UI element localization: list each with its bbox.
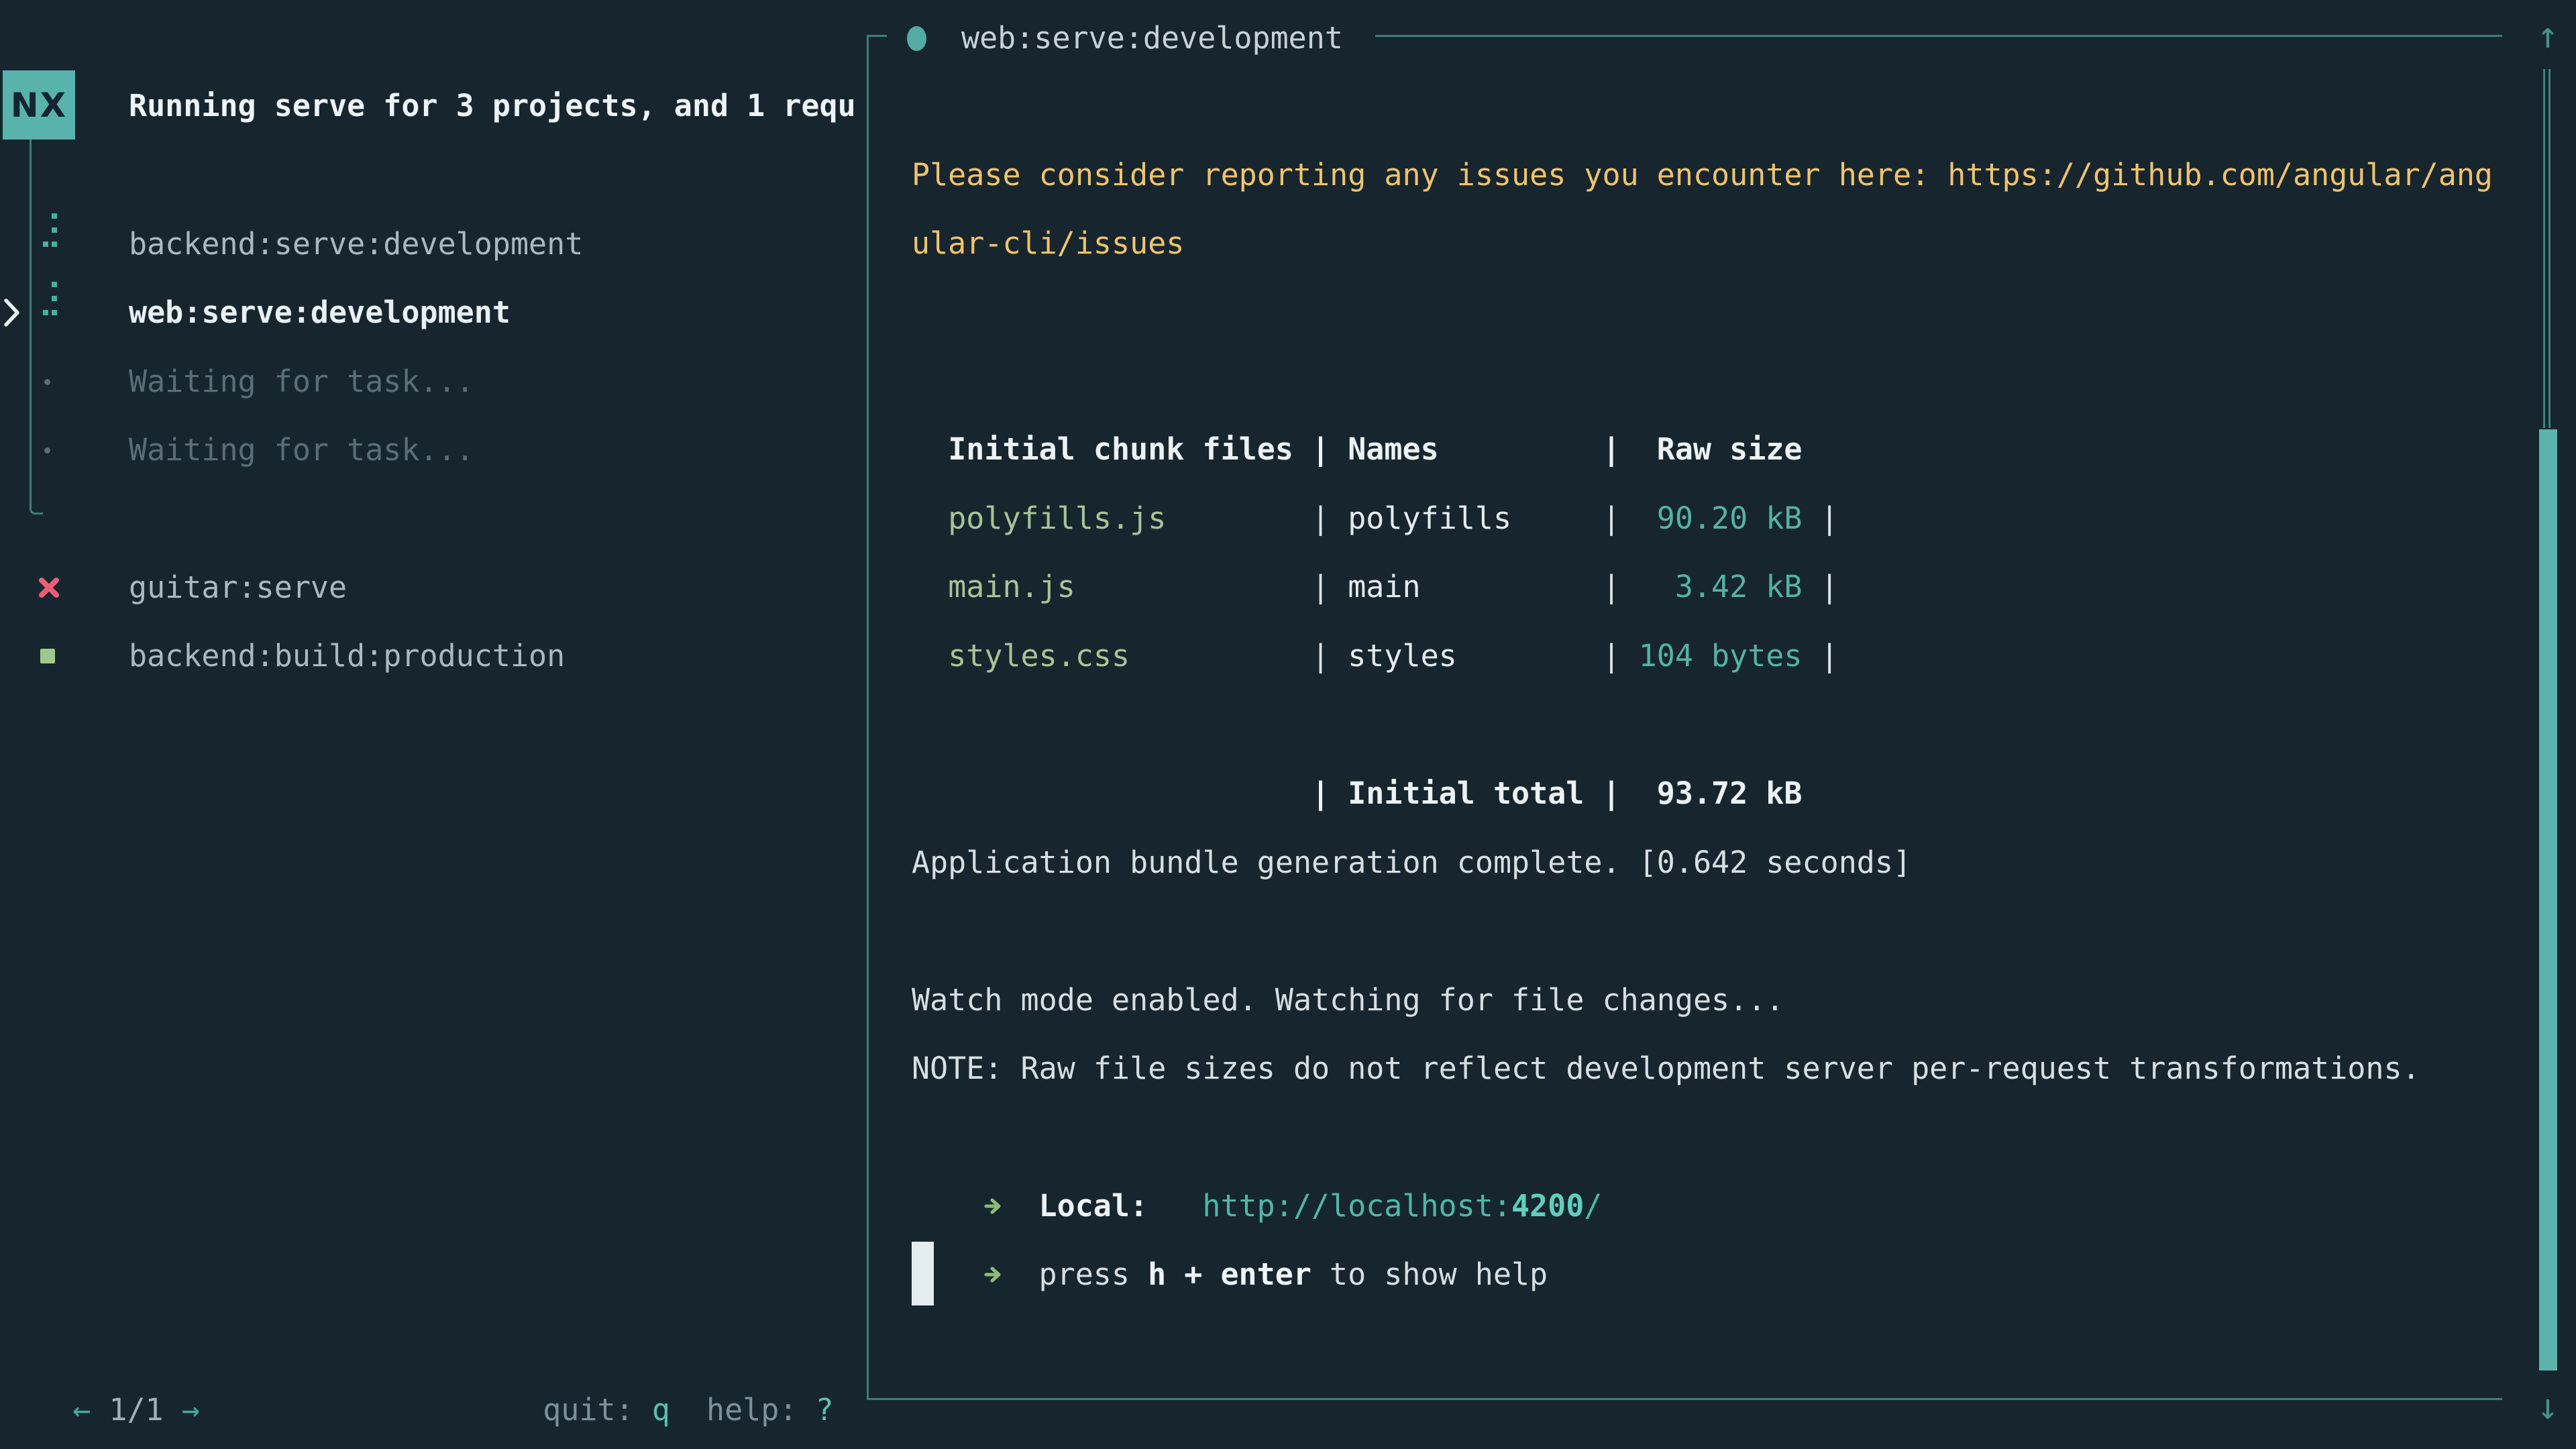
panel-border-top-stub [867,35,887,37]
bundle-complete-message: Application bundle generation complete. … [912,828,1911,897]
task-item-waiting-2[interactable]: Waiting for task... [129,416,474,484]
help-suffix: to show help [1311,1256,1548,1292]
task-success-icon [40,649,55,663]
spinner-icon [43,213,58,247]
page-title: Running serve for 3 projects, and 1 requ [129,72,869,140]
watch-mode-message: Watch mode enabled. Watching for file ch… [912,966,1784,1034]
task-tree-line [30,140,43,515]
selected-task-caret-icon [3,297,21,328]
table-row-initial-total: |Initial total|93.72 kB [912,691,1802,759]
note-message: NOTE: Raw file sizes do not reflect deve… [912,1034,2420,1103]
cell-separator: | [1311,622,1348,690]
scrollbar-track[interactable] [2543,69,2551,428]
waiting-dot-icon [44,447,50,453]
panel-border-left [867,35,869,1400]
panel-title: web:serve:development [961,4,1343,72]
issue-report-line-1[interactable]: Please consider reporting any issues you… [912,141,2493,209]
panel-border-bottom [867,1398,2502,1400]
scroll-down-icon[interactable]: ↓ [2529,1377,2567,1437]
arrow-right-icon [984,1266,1002,1283]
scrollbar-thumb[interactable] [2539,429,2557,1371]
total-size-value: 93.72 kB [1621,759,1803,828]
cell-separator: | [1602,759,1620,828]
table-row-polyfills: polyfills.js|polyfills|90.20 kB| [912,416,1839,484]
task-item-backend-build[interactable]: backend:build:production [129,622,565,690]
help-keys: h + enter [1148,1256,1311,1292]
cell-separator: | [1602,622,1620,690]
task-item-backend-serve[interactable]: backend:serve:development [129,210,583,278]
pager: ← 1/1 → [36,1307,200,1376]
task-item-guitar-serve[interactable]: guitar:serve [129,553,347,622]
task-item-web-serve[interactable]: web:serve:development [129,278,511,347]
raw-size-value: 104 bytes [1621,622,1803,690]
panel-border-top [1375,35,2502,37]
quit-hint-label: quit: [543,1392,652,1428]
cell-separator: | [1311,759,1348,828]
pager-next-icon[interactable]: → [182,1392,200,1428]
file-name: styles.css [948,622,1311,690]
total-label: Initial total [1348,759,1602,828]
pager-label: 1/1 [91,1392,181,1428]
help-prefix: press [1039,1256,1148,1292]
local-server-line: Local:http://localhost:4200/ [912,1104,1602,1172]
terminal-cursor [912,1242,934,1305]
row-end-separator: | [1802,622,1838,690]
quit-key: q [652,1392,670,1428]
help-hint-line: press h + enter to show help [912,1172,1548,1240]
nx-logo: NX [3,70,75,140]
keyboard-hints: quit: q help: ? [506,1307,834,1376]
task-failed-icon [38,576,60,599]
chunk-table-header: Initial chunk files|Names|Raw size [912,347,1802,415]
issue-report-line-2[interactable]: ular-cli/issues [912,209,1184,278]
help-hint-label: help: [670,1392,816,1428]
help-key: ? [816,1392,834,1428]
task-item-waiting-1[interactable]: Waiting for task... [129,347,474,416]
waiting-dot-icon [44,379,50,385]
panel-title-bullet-icon [907,26,926,51]
scroll-up-icon[interactable]: ↑ [2529,5,2567,66]
spinner-icon [43,282,58,315]
table-row-styles: styles.css|styles|104 bytes| [912,553,1839,622]
chunk-name: styles [1348,622,1602,690]
pager-prev-icon[interactable]: ← [72,1392,91,1428]
table-row-main: main.js|main|3.42 kB| [912,484,1839,553]
